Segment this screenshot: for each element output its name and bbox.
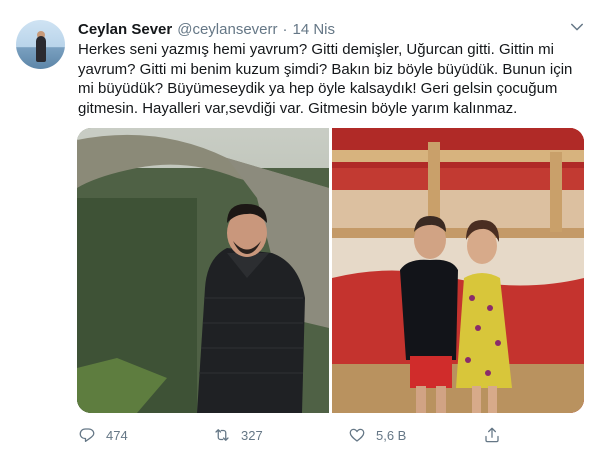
share-icon	[485, 427, 499, 443]
like-count: 5,6 B	[376, 427, 407, 443]
tweet-header: Ceylan Sever @ceylanseverr · 14 Nis	[78, 19, 335, 39]
tweet[interactable]: Ceylan Sever @ceylanseverr · 14 Nis Herk…	[0, 0, 596, 452]
photo-children-bunkbed[interactable]	[332, 128, 584, 413]
separator-dot: ·	[282, 20, 288, 38]
chevron-down-icon[interactable]	[568, 18, 586, 36]
photo-man-jacket[interactable]	[77, 128, 329, 413]
avatar-figure-shape	[36, 36, 46, 62]
retweet-button[interactable]: 327	[213, 424, 263, 446]
share-button[interactable]	[483, 424, 501, 446]
like-button[interactable]: 5,6 B	[348, 424, 406, 446]
tweet-date[interactable]: 14 Nis	[293, 21, 336, 38]
retweet-icon	[215, 429, 229, 441]
user-handle[interactable]: @ceylanseverr	[177, 21, 277, 38]
retweet-count: 327	[241, 427, 263, 443]
heart-icon	[349, 428, 365, 442]
reply-button[interactable]: 474	[78, 424, 128, 446]
tweet-media	[77, 128, 584, 413]
avatar[interactable]	[16, 20, 65, 69]
tweet-actions: 474 327 5,6 B	[78, 424, 518, 446]
display-name[interactable]: Ceylan Sever	[78, 21, 172, 38]
reply-count: 474	[106, 427, 128, 443]
tweet-text: Herkes seni yazmış hemi yavrum? Gitti de…	[78, 41, 573, 117]
reply-icon	[79, 428, 95, 443]
